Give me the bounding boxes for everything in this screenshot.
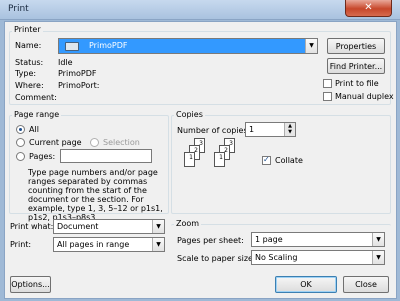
status-label: Status: [15, 58, 44, 67]
checkmark-icon: ✓ [263, 155, 270, 164]
window-title: Print [8, 4, 29, 14]
collate-illustration: 3 2 1 3 2 1 [180, 138, 235, 182]
pages-label: Pages: [29, 152, 56, 161]
find-printer-button[interactable]: Find Printer... [327, 58, 385, 74]
print-value: All pages in range [57, 240, 130, 249]
printer-group-label: Printer [12, 25, 43, 34]
number-of-copies-value: 1 [249, 125, 255, 134]
copies-group-label: Copies [174, 110, 205, 119]
copies-spin-down-button[interactable]: ▼ [284, 129, 295, 136]
current-page-radio[interactable] [16, 138, 25, 147]
scale-to-paper-size-label: Scale to paper size: [177, 254, 256, 263]
all-pages-label: All [29, 125, 39, 134]
scale-to-paper-size-value: No Scaling [255, 253, 298, 262]
pages-per-sheet-select[interactable]: 1 page ▼ [251, 232, 385, 247]
collate-label: Collate [275, 156, 303, 165]
selection-radio[interactable] [90, 138, 99, 147]
properties-button[interactable]: Properties [327, 38, 385, 54]
print-what-select[interactable]: Document ▼ [53, 219, 165, 234]
chevron-down-icon: ▼ [305, 39, 317, 53]
collate-page-icon: 1 [214, 152, 225, 167]
printer-name-select[interactable]: PrimoPDF ▼ [58, 38, 318, 54]
print-label: Print: [10, 240, 32, 249]
status-value: Idle [58, 58, 73, 67]
window-close-button[interactable]: ✕ [345, 0, 392, 17]
type-value: PrimoPDF [58, 69, 97, 78]
printer-name-label: Name: [15, 41, 42, 50]
page-range-help-text: Type page numbers and/or page ranges sep… [28, 168, 163, 222]
scale-to-paper-size-select[interactable]: No Scaling ▼ [251, 250, 385, 265]
pages-input[interactable] [60, 149, 152, 163]
options-button[interactable]: Options... [10, 276, 51, 293]
manual-duplex-label: Manual duplex [335, 92, 394, 101]
page-range-group-label: Page range [12, 110, 62, 119]
selection-label: Selection [103, 138, 140, 147]
collate-page-icon: 1 [184, 152, 195, 167]
type-label: Type: [15, 69, 37, 78]
zoom-group-label: Zoom [174, 219, 202, 228]
pages-per-sheet-label: Pages per sheet: [177, 236, 244, 245]
chevron-down-icon: ▼ [372, 251, 384, 264]
pages-per-sheet-value: 1 page [255, 235, 283, 244]
where-label: Where: [15, 81, 44, 90]
pages-radio[interactable] [16, 152, 25, 161]
number-of-copies-label: Number of copies: [177, 126, 251, 135]
print-select[interactable]: All pages in range ▼ [53, 237, 165, 252]
printer-name-value: PrimoPDF [89, 41, 128, 50]
print-what-label: Print what: [10, 222, 54, 231]
all-pages-radio[interactable] [16, 125, 25, 134]
print-what-value: Document [57, 222, 99, 231]
number-of-copies-input[interactable]: 1 ▲ ▼ [245, 122, 296, 137]
title-bar [0, 0, 400, 20]
comment-label: Comment: [15, 93, 57, 102]
ok-button[interactable]: OK [275, 276, 337, 293]
close-button[interactable]: Close [343, 276, 389, 293]
collate-checkbox[interactable]: ✓ [262, 155, 271, 165]
print-to-file-checkbox[interactable] [323, 79, 332, 88]
manual-duplex-checkbox[interactable] [323, 92, 332, 101]
current-page-label: Current page [29, 138, 82, 147]
where-value: PrimoPort: [58, 81, 100, 90]
chevron-down-icon: ▼ [372, 233, 384, 246]
print-to-file-label: Print to file [335, 79, 379, 88]
printer-icon [65, 42, 79, 51]
chevron-down-icon: ▼ [152, 220, 164, 233]
chevron-down-icon: ▼ [152, 238, 164, 251]
